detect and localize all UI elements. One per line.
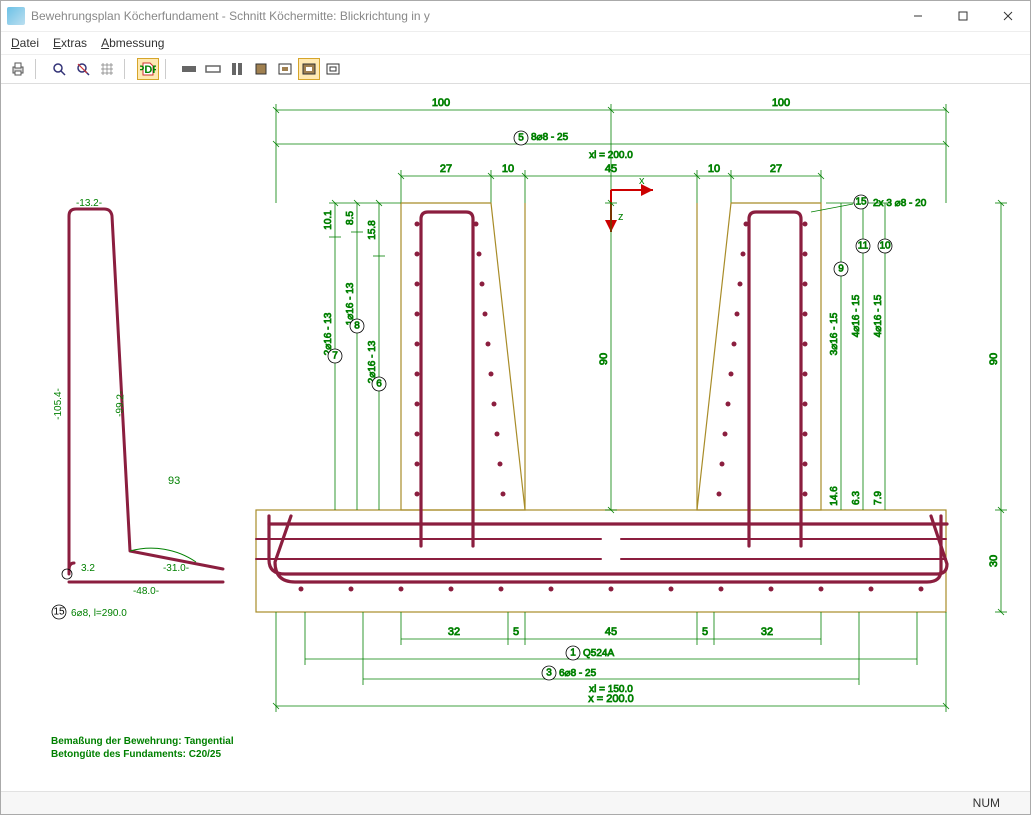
axes: x z — [611, 175, 653, 232]
dim-b5r: 5 — [702, 626, 708, 638]
spec-15-left: 6⌀8, l=290.0 — [71, 608, 127, 619]
zoom-reset-icon[interactable] — [72, 58, 94, 80]
dim-158: 15.8 — [367, 220, 378, 240]
ref-15-right: 15 — [855, 197, 867, 208]
app-icon — [7, 7, 25, 25]
spec-3: 6⌀8 - 25 — [559, 668, 597, 679]
spec-5-xl: xl = 200.0 — [589, 150, 633, 161]
window-title: Bewehrungsplan Köcherfundament - Schnitt… — [31, 9, 895, 23]
dim-right-30: 30 — [988, 555, 1000, 567]
dim-b5l: 5 — [513, 626, 519, 638]
center-socket-dim: 90 — [598, 200, 617, 513]
view-section-2-icon[interactable] — [202, 58, 224, 80]
maximize-button[interactable] — [940, 1, 985, 31]
lbl-48: -48.0- — [133, 586, 159, 597]
lbl-3-2: 3.2 — [81, 563, 95, 574]
view-section-6-icon[interactable] — [298, 58, 320, 80]
spec-6: 2⌀16 - 13 — [367, 340, 378, 383]
lbl-13-2: -13.2- — [76, 198, 102, 209]
dim-10l: 10 — [502, 163, 514, 175]
dim-45: 45 — [605, 163, 617, 175]
view-section-5-icon[interactable] — [274, 58, 296, 80]
menu-datei[interactable]: Datei — [11, 36, 39, 50]
dim-27r: 27 — [770, 163, 782, 175]
view-section-7-icon[interactable] — [322, 58, 344, 80]
close-button[interactable] — [985, 1, 1030, 31]
ref-7: 7 — [332, 351, 338, 362]
axis-z-label: z — [618, 211, 624, 223]
dim-10r: 10 — [708, 163, 720, 175]
menu-extras[interactable]: Extras — [53, 36, 87, 50]
ref-6: 6 — [376, 379, 382, 390]
svg-text:PDF: PDF — [140, 64, 156, 76]
note-1: Bemaßung der Bewehrung: Tangential — [51, 736, 234, 747]
statusbar: NUM — [1, 791, 1030, 814]
spec-10: 4⌀16 - 15 — [873, 294, 884, 337]
dim-63: 6.3 — [851, 491, 862, 505]
stirrup-detail: -13.2- -99.2- -105.4- 93 3.2 -31.0- -48.… — [52, 198, 223, 619]
dim-101: 10.1 — [323, 210, 334, 230]
ref-3: 3 — [546, 668, 552, 679]
drawing-area[interactable]: 100 100 5 8⌀8 - 25 xl = 200.0 — [1, 84, 1030, 791]
dim-b45: 45 — [605, 626, 617, 638]
note-2: Betongüte des Fundaments: C20/25 — [51, 749, 221, 760]
left-vertical-dims: 10.1 8.5 15.8 1⌀16 - 13 8 2⌀16 - 13 7 2⌀… — [323, 200, 401, 510]
toolbar: PDF — [1, 55, 1030, 84]
view-section-4-icon[interactable] — [250, 58, 272, 80]
notes: Bemaßung der Bewehrung: Tangential Beton… — [51, 736, 234, 760]
dim-100-left: 100 — [432, 97, 450, 109]
top-dimensions: 100 100 5 8⌀8 - 25 xl = 200.0 — [273, 97, 949, 203]
ref-9: 9 — [838, 264, 844, 275]
ref-5: 5 — [518, 133, 524, 144]
dim-100-right: 100 — [772, 97, 790, 109]
ref-11: 11 — [858, 241, 869, 252]
ref-10: 10 — [879, 241, 891, 252]
spec-7: 2⌀16 - 13 — [323, 312, 334, 355]
lbl-99-2: -99.2- — [114, 391, 126, 418]
dim-b32l: 32 — [448, 626, 460, 638]
grid-icon[interactable] — [96, 58, 118, 80]
dim-x200: x = 200.0 — [588, 693, 634, 705]
view-section-3-icon[interactable] — [226, 58, 248, 80]
titlebar: Bewehrungsplan Köcherfundament - Schnitt… — [1, 1, 1030, 32]
ref-15-left: 15 — [53, 607, 65, 618]
print-icon[interactable] — [7, 58, 29, 80]
dim-27l: 27 — [440, 163, 452, 175]
dim-85: 8.5 — [345, 211, 356, 225]
spec-11: 4⌀16 - 15 — [851, 294, 862, 337]
ref-8: 8 — [354, 321, 360, 332]
status-num: NUM — [973, 796, 1000, 810]
zoom-in-icon[interactable] — [48, 58, 70, 80]
minimize-button[interactable] — [895, 1, 940, 31]
dim-center-90: 90 — [598, 353, 610, 365]
spec-1: Q524A — [583, 648, 614, 659]
lbl-31: -31.0- — [163, 563, 189, 574]
export-pdf-icon[interactable]: PDF — [137, 58, 159, 80]
menubar: Datei Extras Abmessung — [1, 32, 1030, 55]
right-vertical-dims: 14.6 6.3 7.9 9 11 10 3⌀16 - 15 4⌀16 - 15… — [811, 195, 1007, 615]
spec-5: 8⌀8 - 25 — [531, 132, 569, 143]
lbl-93: 93 — [168, 475, 180, 487]
axis-x-label: x — [639, 175, 645, 187]
dim-146: 14.6 — [829, 486, 840, 506]
dim-79: 7.9 — [873, 491, 884, 505]
view-section-1-icon[interactable] — [178, 58, 200, 80]
lbl-105-4: -105.4- — [53, 388, 64, 420]
dim-right-90: 90 — [988, 353, 1000, 365]
bottom-dimensions: 32 5 45 5 32 1 Q524A 3 6⌀8 - 25 xl = 150… — [273, 612, 949, 712]
spec-8: 1⌀16 - 13 — [345, 282, 356, 325]
dim-b32r: 32 — [761, 626, 773, 638]
menu-abmessung[interactable]: Abmessung — [101, 36, 164, 50]
ref-1: 1 — [570, 648, 576, 659]
spec-15-right: 2x 3 ⌀8 - 20 — [873, 198, 927, 209]
spec-9: 3⌀16 - 15 — [829, 312, 840, 355]
